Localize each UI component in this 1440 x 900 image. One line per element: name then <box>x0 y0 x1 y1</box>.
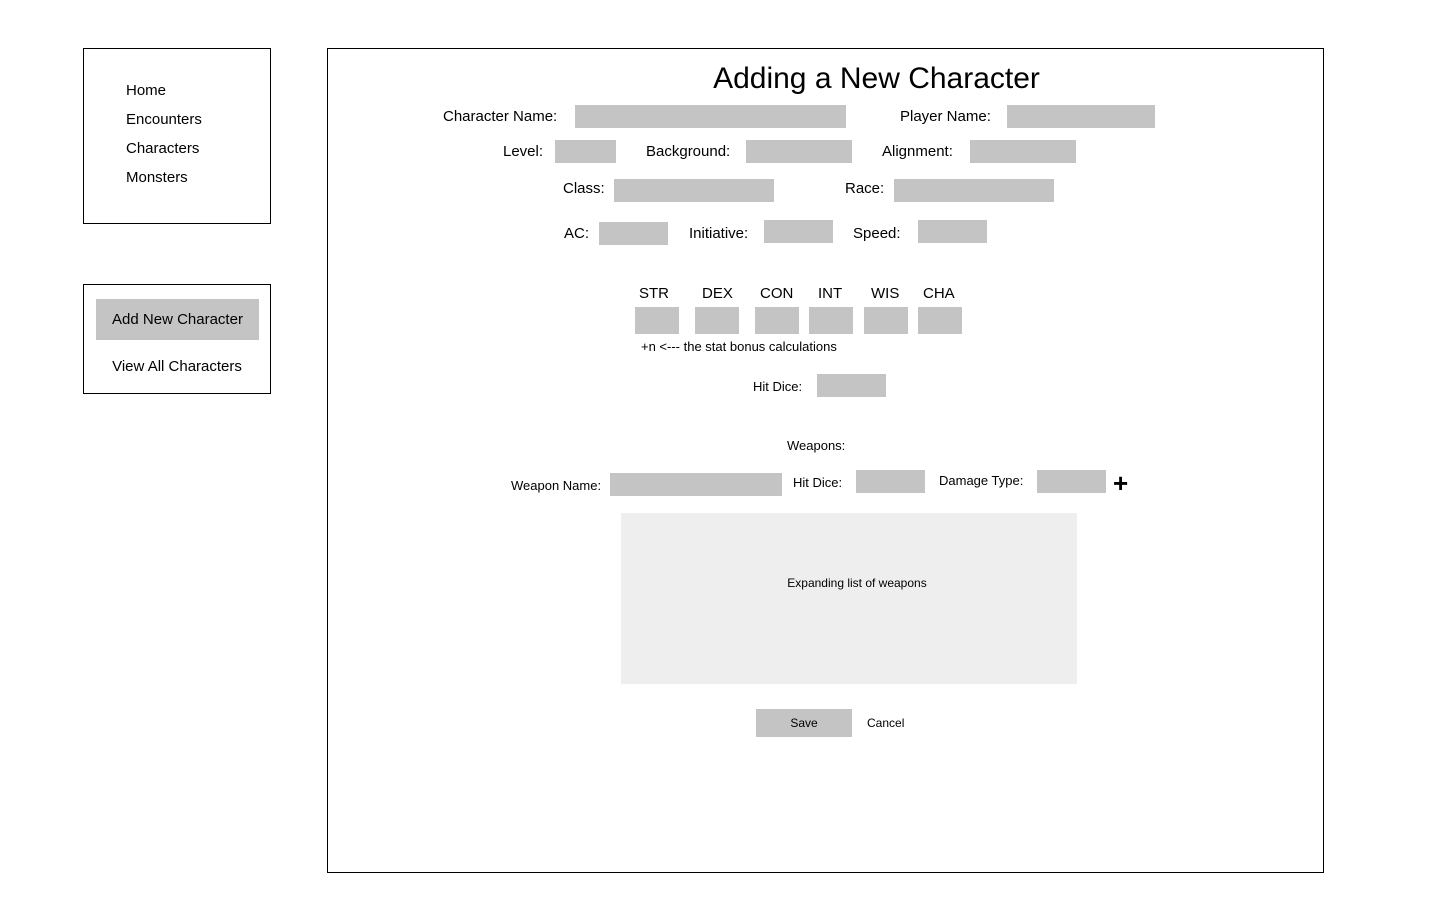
race-label: Race: <box>845 180 885 197</box>
stat-bonus-note: +n <--- the stat bonus calculations <box>641 339 837 354</box>
stat-input-con[interactable] <box>755 307 799 334</box>
nav-home[interactable]: Home <box>126 83 166 98</box>
level-input[interactable] <box>555 140 616 163</box>
level-label: Level: <box>503 143 544 160</box>
nav-monsters[interactable]: Monsters <box>126 170 188 185</box>
player-name-input[interactable] <box>1007 105 1155 128</box>
character-subnav: Add New Character View All Characters <box>83 284 271 394</box>
ac-input[interactable] <box>599 222 668 245</box>
stat-label-wis: WIS <box>871 285 900 302</box>
stat-input-cha[interactable] <box>918 307 962 334</box>
add-weapon-plus-icon[interactable]: + <box>1113 470 1128 496</box>
character-name-input[interactable] <box>575 105 846 128</box>
hit-dice-label: Hit Dice: <box>753 379 803 394</box>
main-nav: Home Encounters Characters Monsters <box>83 48 271 224</box>
alignment-input[interactable] <box>970 140 1076 163</box>
save-button[interactable]: Save <box>756 709 852 737</box>
nav-encounters[interactable]: Encounters <box>126 112 202 127</box>
weapon-hit-dice-input[interactable] <box>856 470 925 493</box>
character-name-label: Character Name: <box>443 108 558 125</box>
class-label: Class: <box>563 180 605 197</box>
weapon-list-placeholder: Expanding list of weapons <box>787 576 927 590</box>
stat-input-dex[interactable] <box>695 307 739 334</box>
view-all-characters-link[interactable]: View All Characters <box>84 358 270 375</box>
ac-label: AC: <box>564 225 590 242</box>
class-input[interactable] <box>614 179 774 202</box>
weapon-name-input[interactable] <box>610 473 782 496</box>
alignment-label: Alignment: <box>882 143 953 160</box>
damage-type-label: Damage Type: <box>939 473 1024 488</box>
background-label: Background: <box>646 143 731 160</box>
weapon-hit-dice-label: Hit Dice: <box>793 475 843 490</box>
stat-input-int[interactable] <box>809 307 853 334</box>
add-new-character-button[interactable]: Add New Character <box>96 299 259 340</box>
speed-input[interactable] <box>918 220 987 243</box>
stat-label-dex: DEX <box>702 285 733 302</box>
stat-label-int: INT <box>818 285 843 302</box>
nav-characters[interactable]: Characters <box>126 141 199 156</box>
weapon-list: Expanding list of weapons <box>621 513 1077 684</box>
damage-type-input[interactable] <box>1037 470 1106 493</box>
speed-label: Speed: <box>853 225 901 242</box>
cancel-button[interactable]: Cancel <box>867 717 904 729</box>
character-form-panel <box>327 48 1324 873</box>
stat-input-str[interactable] <box>635 307 679 334</box>
initiative-label: Initiative: <box>689 225 749 242</box>
weapons-heading: Weapons: <box>787 438 846 453</box>
stat-label-str: STR <box>639 285 669 302</box>
race-input[interactable] <box>894 179 1054 202</box>
stat-input-wis[interactable] <box>864 307 908 334</box>
background-input[interactable] <box>746 140 852 163</box>
player-name-label: Player Name: <box>900 108 991 125</box>
hit-dice-input[interactable] <box>817 374 886 397</box>
stat-label-cha: CHA <box>923 285 955 302</box>
stat-label-con: CON <box>760 285 794 302</box>
initiative-input[interactable] <box>764 220 833 243</box>
page-title: Adding a New Character <box>713 62 1040 95</box>
weapon-name-label: Weapon Name: <box>511 478 602 493</box>
